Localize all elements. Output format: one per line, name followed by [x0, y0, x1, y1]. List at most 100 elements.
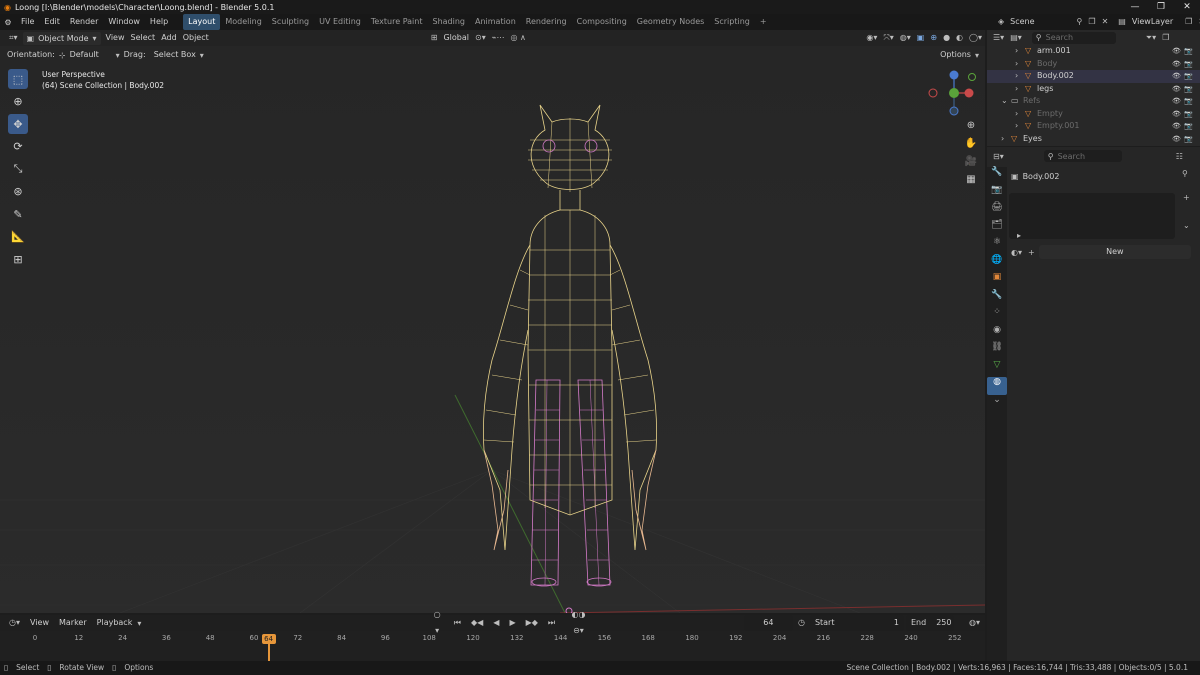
tab-modeling[interactable]: Modeling	[220, 14, 266, 30]
material-shading-icon[interactable]: ◐	[953, 30, 966, 46]
view-layer-tab-icon[interactable]: 🗂	[987, 220, 1007, 238]
play-icon[interactable]: ▶	[504, 615, 520, 631]
menu-object[interactable]: Object	[180, 30, 212, 46]
render-camera-icon[interactable]: 📷	[1184, 95, 1193, 108]
material-slot-list[interactable]	[1009, 193, 1175, 239]
proportional-edit-icon[interactable]: ◎ ∧	[508, 30, 529, 46]
orientation-dropdown[interactable]: Default	[66, 47, 116, 63]
constraints-tab-icon[interactable]: ⛓	[987, 342, 1007, 360]
transform-orientation-icon[interactable]: ⊞	[428, 30, 441, 46]
end-frame-field[interactable]: 250	[931, 615, 956, 631]
outliner-row[interactable]: › ▽ Empty 👁 📷	[987, 108, 1200, 121]
data-tab-icon[interactable]: ▽	[987, 360, 1007, 378]
overlay-icon[interactable]: ◍▾	[897, 30, 914, 46]
object-tab-icon[interactable]: ▣	[987, 272, 1007, 290]
playhead[interactable]: 64	[261, 634, 276, 644]
new-collection-icon[interactable]: ❐	[1162, 33, 1169, 42]
chevron-right-icon[interactable]: ›	[1015, 70, 1018, 83]
chevron-right-icon[interactable]: ›	[1015, 58, 1018, 71]
render-camera-icon[interactable]: 📷	[1184, 133, 1193, 146]
pin-icon[interactable]: ⚲	[1074, 14, 1086, 30]
tab-geometry-nodes[interactable]: Geometry Nodes	[632, 14, 709, 30]
visibility-eye-icon[interactable]: 👁	[1172, 45, 1181, 58]
close-button[interactable]: ✕	[1174, 0, 1200, 14]
new-scene-icon[interactable]: ❐	[1085, 14, 1098, 30]
measure-tool-icon[interactable]: 📐	[8, 227, 28, 247]
expand-icon[interactable]: ▸	[1017, 231, 1021, 240]
chevron-right-icon[interactable]: ›	[1015, 83, 1018, 96]
add-material-icon[interactable]: +	[1028, 248, 1035, 257]
maximize-button[interactable]: ❐	[1148, 0, 1174, 14]
options-button[interactable]: Options	[936, 47, 975, 63]
scene-icon[interactable]: ◈	[995, 14, 1007, 30]
chevron-right-icon[interactable]: ›	[1015, 45, 1018, 58]
modifier-tab-icon[interactable]: 🔧	[987, 290, 1007, 308]
play-reverse-icon[interactable]: ◀	[488, 615, 504, 631]
add-slot-icon[interactable]: +	[1183, 193, 1190, 202]
render-camera-icon[interactable]: 📷	[1184, 45, 1193, 58]
options-icon[interactable]: ☷	[1176, 152, 1183, 161]
camera-view-icon[interactable]: 🎥	[962, 156, 980, 174]
outliner-row[interactable]: › ▽ Eyes 👁 📷	[987, 133, 1200, 146]
visibility-eye-icon[interactable]: 👁	[1172, 108, 1181, 121]
rendered-shading-icon[interactable]: ◯▾	[966, 30, 985, 46]
menu-view[interactable]: View	[103, 30, 128, 46]
outliner-row[interactable]: › ▽ legs 👁 📷	[987, 83, 1200, 96]
chevron-right-icon[interactable]: ›	[1015, 120, 1018, 133]
outliner-search-field[interactable]: ⚲ Search	[1031, 31, 1116, 44]
wireframe-shading-icon[interactable]: ⊕	[927, 30, 940, 46]
add-workspace-button[interactable]: +	[755, 14, 772, 30]
new-viewlayer-icon[interactable]: ❐	[1182, 14, 1195, 30]
particles-tab-icon[interactable]: ⁘	[987, 307, 1007, 325]
transform-tool-icon[interactable]: ⊛	[8, 182, 28, 202]
scale-tool-icon[interactable]: ⤡	[8, 159, 28, 179]
visibility-eye-icon[interactable]: 👁	[1172, 83, 1181, 96]
tab-compositing[interactable]: Compositing	[572, 14, 632, 30]
xray-icon[interactable]: ▣	[914, 30, 928, 46]
gizmo-icon[interactable]: ⤧▾	[880, 30, 896, 46]
more-tabs-icon[interactable]: ⌄	[987, 395, 1007, 413]
clock-icon[interactable]: ◷	[793, 615, 810, 631]
render-camera-icon[interactable]: 📷	[1184, 70, 1193, 83]
transform-orientation-dropdown[interactable]: Global	[440, 30, 472, 46]
outliner-row[interactable]: › ▽ Body 👁 📷	[987, 58, 1200, 71]
jump-start-icon[interactable]: ⏮	[449, 615, 466, 631]
minimize-button[interactable]: —	[1122, 0, 1148, 14]
render-camera-icon[interactable]: 📷	[1184, 83, 1193, 96]
visibility-eye-icon[interactable]: 👁	[1172, 70, 1181, 83]
visibility-eye-icon[interactable]: 👁	[1172, 95, 1181, 108]
viewport-canvas[interactable]	[0, 30, 985, 613]
visibility-eye-icon[interactable]: 👁	[1172, 133, 1181, 146]
add-cube-tool-icon[interactable]: ⊞	[8, 249, 28, 269]
output-tab-icon[interactable]: 🖨	[987, 202, 1007, 220]
scene-tab-icon[interactable]: ⚛	[987, 237, 1007, 255]
new-material-button[interactable]: New	[1038, 245, 1191, 259]
menu-edit[interactable]: Edit	[39, 14, 65, 30]
mode-dropdown[interactable]: ▣ Object Mode ▾	[22, 31, 101, 45]
material-browse-icon[interactable]: ◐▾	[1011, 248, 1022, 257]
tool-tab-icon[interactable]: 🔧	[987, 167, 1007, 185]
menu-file[interactable]: File	[16, 14, 39, 30]
viewlayer-icon[interactable]: ▤	[1115, 14, 1129, 30]
tab-rendering[interactable]: Rendering	[521, 14, 572, 30]
menu-help[interactable]: Help	[145, 14, 173, 30]
outliner-row[interactable]: ⌄ ▭ Refs 👁 📷	[987, 95, 1200, 108]
outliner-row[interactable]: › ▽ arm.001 👁 📷	[987, 45, 1200, 58]
display-mode-icon[interactable]: ▤▾	[1010, 33, 1022, 42]
scene-selector[interactable]: Scene	[1007, 14, 1037, 30]
outliner-editor-icon[interactable]: ☰▾	[993, 33, 1004, 42]
select-box-tool-icon[interactable]: ⬚	[8, 69, 28, 89]
menu-render[interactable]: Render	[65, 14, 103, 30]
editor-type-icon[interactable]: ◷▾	[4, 615, 25, 631]
snap-icon[interactable]: ⌁⋯	[489, 30, 508, 46]
timeline-menu-marker[interactable]: Marker	[54, 615, 92, 631]
frame-ruler[interactable]: 0 12 24 36 48 60 72 84 96 108 120 132 144 156 168 180 19…	[0, 631, 985, 661]
tab-texture-paint[interactable]: Texture Paint	[366, 14, 428, 30]
zoom-icon[interactable]: ⊕	[962, 120, 980, 138]
current-frame-field[interactable]: 64	[743, 615, 793, 631]
tab-layout[interactable]: Layout	[183, 14, 221, 30]
prev-keyframe-icon[interactable]: ◆◀	[466, 615, 488, 631]
next-keyframe-icon[interactable]: ▶◆	[521, 615, 543, 631]
filter-icon[interactable]: ⏷▾	[1146, 33, 1156, 43]
chevron-down-icon[interactable]: ⌄	[1001, 95, 1008, 108]
